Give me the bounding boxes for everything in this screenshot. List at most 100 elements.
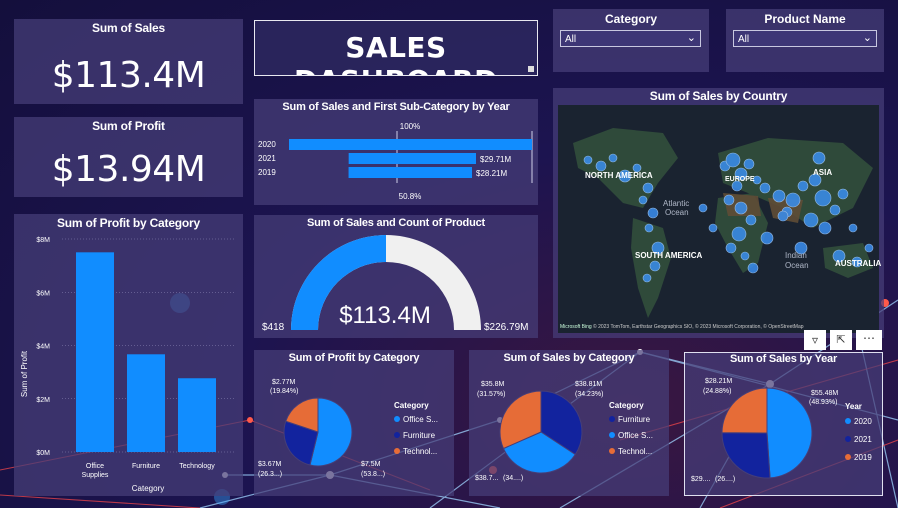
map-bubble — [725, 152, 741, 168]
pie0-label-3: $3.67M — [258, 461, 282, 468]
dashboard-title: SALES DASHBOARD — [294, 31, 497, 75]
label-atlantic-ocean: Ocean — [665, 208, 689, 217]
legend-label: Furniture — [403, 431, 436, 440]
y-tick-label: $8M — [36, 237, 50, 244]
profit-bar — [178, 378, 216, 452]
map-bubble — [803, 212, 819, 228]
map-bubble — [759, 182, 771, 194]
sales-map-card[interactable]: Sum of Sales by Country NORTH AMERICA SO… — [553, 88, 884, 338]
filter-icon[interactable]: ▿ — [804, 330, 826, 350]
pie1-legend-title: Category — [609, 401, 644, 410]
year-bar — [289, 139, 532, 150]
legend-marker — [394, 432, 400, 438]
pie0-label-4: (26.3...) — [258, 471, 282, 478]
map-bubble — [837, 188, 849, 200]
legend-marker — [609, 432, 615, 438]
map-bubble — [829, 204, 841, 216]
map-bubble — [797, 180, 809, 192]
sales-by-year-bar-card[interactable]: Sum of Sales and First Sub-Category by Y… — [254, 99, 538, 205]
legend-marker — [609, 448, 615, 454]
map-bubble — [785, 192, 801, 208]
product-name-slicer[interactable]: Product Name All ⌄ — [726, 9, 884, 72]
map-bubble — [864, 243, 874, 253]
pie1-label-1: $35.8M — [481, 381, 505, 388]
map-bubble — [848, 223, 858, 233]
pie0-label-5: $7.5M — [361, 461, 381, 468]
pie1-label-6: (34....) — [503, 475, 523, 482]
pie-slice — [721, 432, 771, 479]
chevron-down-icon: ⌄ — [686, 32, 696, 44]
profit-bar — [76, 252, 114, 452]
legend-marker — [394, 416, 400, 422]
map-bubble — [818, 221, 832, 235]
category-dropdown[interactable]: All ⌄ — [560, 30, 701, 47]
category-slicer-title: Category — [604, 12, 657, 26]
map-bubble — [777, 210, 789, 222]
world-map[interactable]: NORTH AMERICA SOUTH AMERICA ASIA AUSTRAL… — [553, 88, 884, 338]
kpi-profit-card[interactable]: Sum of Profit $13.94M — [14, 117, 243, 197]
kpi-sales-card[interactable]: Sum of Sales $113.4M — [14, 19, 243, 104]
label-asia: ASIA — [813, 168, 832, 177]
profit-by-category-bar-card[interactable]: Sum of Profit by Category Sum of Profit … — [14, 214, 243, 496]
year-bar-label: $28.21M — [476, 169, 507, 178]
legend-marker — [394, 448, 400, 454]
map-bubble — [608, 153, 618, 163]
pie-slice — [766, 387, 813, 479]
legend-label: Technol... — [618, 447, 652, 456]
profit-pie-card[interactable]: Sum of Profit by Category $2.77M (19.84%… — [254, 350, 454, 496]
legend-label: 2020 — [854, 417, 872, 426]
map-bubble — [772, 189, 786, 203]
year-tick-label: 2020 — [258, 140, 276, 149]
map-bubble — [708, 223, 718, 233]
sales-category-pie-card[interactable]: Sum of Sales by Category $35.8M (31.57%)… — [469, 350, 669, 496]
legend-label: Office S... — [403, 415, 438, 424]
focus-mode-icon[interactable]: ⇱ — [830, 330, 852, 350]
legend-label: 2021 — [854, 435, 872, 444]
legend-marker — [845, 454, 851, 460]
map-bubble — [698, 203, 708, 213]
year-bar — [348, 167, 472, 178]
category-slicer[interactable]: Category All ⌄ — [553, 9, 709, 72]
sales-year-pie-chart: $28.21M (24.88%) $55.48M (48.93%) $29...… — [691, 378, 872, 483]
pie1-label-4: (34.23%) — [575, 391, 603, 398]
map-bubble — [731, 226, 747, 242]
map-bubble — [642, 182, 654, 194]
pie2-label-1: $28.21M — [705, 378, 732, 385]
map-bubble — [740, 251, 750, 261]
map-bubble — [649, 260, 661, 272]
sales-gauge-card[interactable]: Sum of Sales and Count of Product $113.4… — [254, 215, 538, 338]
map-attribution: © 2023 TomTom, Earthstar Geographics SIO… — [593, 323, 804, 330]
legend-label: Technol... — [403, 447, 437, 456]
map-bubble — [595, 160, 607, 172]
year-tick-label: 2021 — [258, 154, 276, 163]
dashboard-title-box: SALES DASHBOARD — [254, 20, 538, 76]
label-south-america: SOUTH AMERICA — [635, 251, 702, 260]
map-bubble — [814, 189, 832, 207]
gauge-chart: $113.4M $418 $226.79M — [262, 235, 528, 333]
pie0-label-6: (53.8...) — [361, 471, 385, 478]
gauge-min-label: $418 — [262, 322, 285, 333]
map-logo: Microsoft Bing — [560, 324, 592, 330]
sales-category-pie-chart: $35.8M (31.57%) $38.81M (34.23%) $38.7..… — [475, 381, 653, 482]
map-bubble — [725, 242, 737, 254]
x-tick-label: Technology — [179, 463, 215, 470]
more-options-icon[interactable]: ⋯ — [856, 330, 882, 350]
label-atlantic: Atlantic — [663, 199, 689, 208]
pie2-label-4: (48.93%) — [809, 399, 837, 406]
pie0-label-1: $2.77M — [272, 379, 296, 386]
map-bubble — [747, 262, 759, 274]
gauge-value: $113.4M — [339, 302, 431, 329]
sales-year-pie-card[interactable]: Sum of Sales by Year $28.21M (24.88%) $5… — [684, 352, 883, 496]
legend-marker — [845, 436, 851, 442]
label-indian: Indian — [785, 251, 807, 260]
resize-handle-icon[interactable] — [528, 66, 534, 72]
legend-marker — [845, 418, 851, 424]
legend-label: Furniture — [618, 415, 651, 424]
chevron-down-icon: ⌄ — [862, 32, 872, 44]
pie2-label-2: (24.88%) — [703, 388, 731, 395]
profit-pie-chart: $2.77M (19.84%) $3.67M (26.3...) $7.5M (… — [258, 379, 438, 478]
y-tick-label: $2M — [36, 397, 50, 404]
profit-bar-chart: Sum of Profit Category $0M $2M $4M $6M $8M Of… — [20, 237, 236, 493]
pie2-label-5: $29.... — [691, 476, 711, 483]
product-dropdown[interactable]: All ⌄ — [733, 30, 877, 47]
